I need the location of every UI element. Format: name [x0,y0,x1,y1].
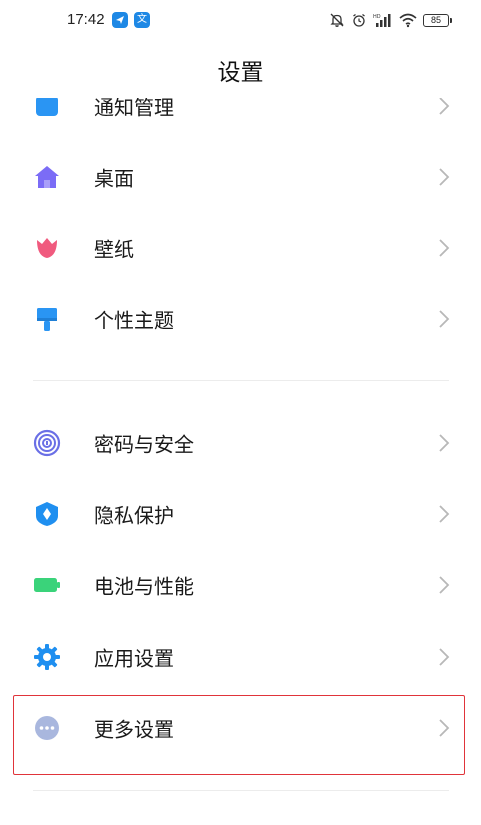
settings-item-label: 通知管理 [94,98,174,120]
chevron-right-icon [439,648,450,666]
chevron-right-icon [439,98,450,115]
settings-item-label: 壁纸 [94,237,134,262]
settings-item-battery-performance[interactable]: 电池与性能 [0,555,481,615]
alarm-icon [353,13,365,27]
notification-icon [36,98,58,116]
bell-off-icon [330,13,344,27]
chevron-right-icon [439,576,450,594]
gear-icon [34,644,60,670]
privacy-shield-icon [36,502,58,526]
status-icons: HD 85 [329,10,452,30]
settings-item-label: 隐私保护 [94,503,174,528]
settings-item-label: 密码与安全 [94,432,194,457]
settings-item-password-security[interactable]: 密码与安全 [0,413,481,473]
chevron-right-icon [439,168,450,186]
fingerprint-icon [33,429,61,457]
paint-brush-icon [37,308,57,331]
translate-app-icon: 文 [134,12,150,28]
wifi-icon [399,13,417,28]
battery-icon [34,578,60,592]
chevron-right-icon [439,310,450,328]
settings-item-label: 电池与性能 [94,574,194,599]
svg-text:HD: HD [373,14,381,20]
paper-plane-icon [112,12,128,28]
settings-item-label: 桌面 [94,166,134,191]
section-divider [33,790,449,791]
chevron-right-icon [439,239,450,257]
status-bar: 17:42 文 HD 85 [0,0,481,40]
settings-item-themes[interactable]: 个性主题 [0,289,481,349]
hd-signal-icon: HD [373,14,391,27]
battery-indicator: 85 [423,13,452,27]
settings-item-notifications[interactable]: 通知管理 [0,98,481,136]
settings-item-wallpaper[interactable]: 壁纸 [0,218,481,278]
home-icon [35,166,59,188]
settings-item-privacy[interactable]: 隐私保护 [0,484,481,544]
chevron-right-icon [439,505,450,523]
settings-item-desktop[interactable]: 桌面 [0,147,481,207]
settings-item-app-settings[interactable]: 应用设置 [0,627,481,687]
status-time: 17:42 [67,11,105,28]
chevron-right-icon [439,434,450,452]
highlight-annotation [13,695,465,775]
settings-item-label: 个性主题 [94,308,174,333]
page-title: 设置 [217,60,264,86]
settings-item-label: 应用设置 [94,646,174,671]
section-divider [33,380,449,381]
tulip-icon [37,238,57,258]
